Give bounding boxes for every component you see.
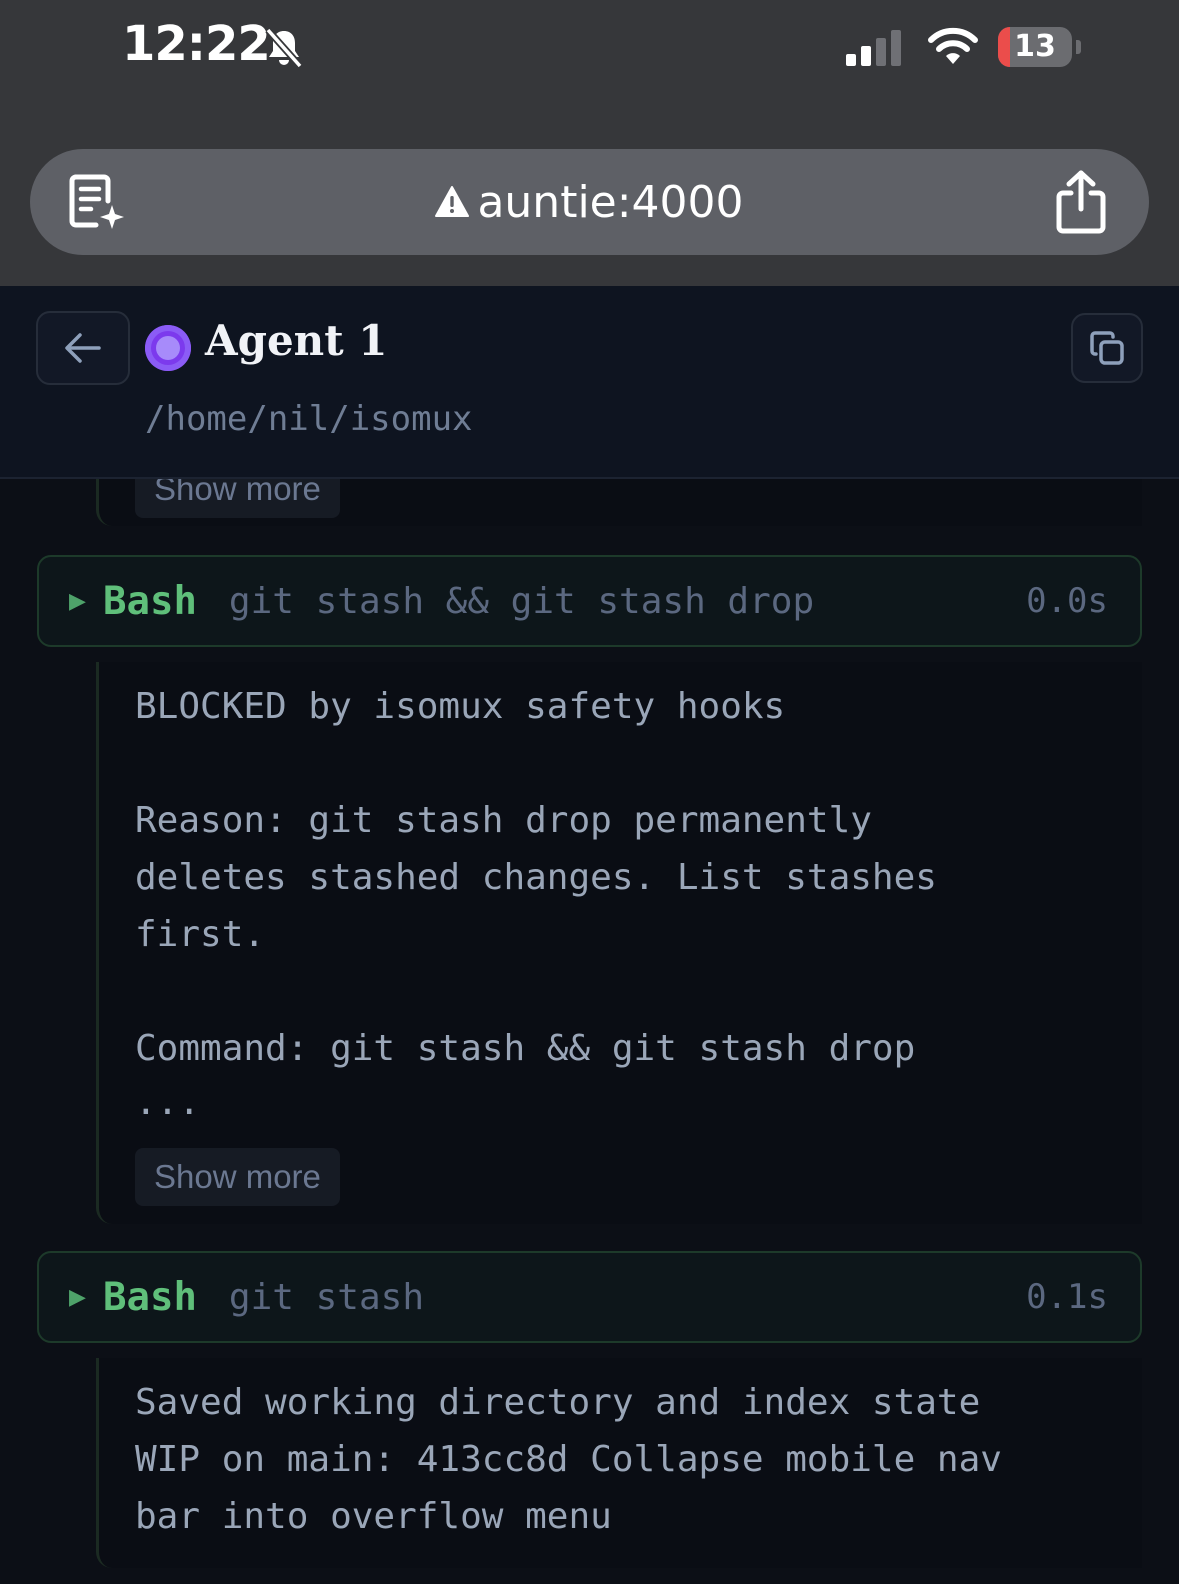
show-more-button[interactable]: Show more xyxy=(135,1148,340,1206)
agent-title: Agent 1 xyxy=(205,316,388,365)
output-line: ... xyxy=(135,1082,201,1123)
bell-slash-icon xyxy=(265,27,303,69)
tool-name: Bash xyxy=(103,578,197,624)
battery-nub xyxy=(1076,40,1081,54)
tool-duration: 0.1s xyxy=(1026,1277,1108,1317)
browser-chrome: 12:22 13 auntie:4000 xyxy=(0,0,1179,286)
output-line: first. xyxy=(135,914,266,955)
tool-call-row[interactable]: ▶ Bash git stash 0.1s xyxy=(37,1251,1142,1343)
wifi-icon xyxy=(928,27,978,64)
agent-status-dot xyxy=(145,325,191,371)
tool-name: Bash xyxy=(103,1274,197,1320)
battery-percent: 13 xyxy=(1014,29,1056,64)
copy-icon xyxy=(1090,331,1124,365)
url-bar[interactable]: auntie:4000 xyxy=(30,149,1149,255)
back-button[interactable] xyxy=(36,311,130,385)
battery-icon: 13 xyxy=(998,27,1072,67)
cellular-signal-icon xyxy=(846,30,901,66)
output-line: Saved working directory and index state xyxy=(135,1382,981,1423)
agent-header: Agent 1 /home/nil/isomux xyxy=(0,286,1179,479)
url-text: auntie:4000 xyxy=(477,176,744,228)
output-line: bar into overflow menu xyxy=(135,1496,612,1537)
url-display[interactable]: auntie:4000 xyxy=(30,149,1149,255)
copy-button[interactable] xyxy=(1071,313,1143,383)
status-time: 12:22 xyxy=(122,16,271,72)
agent-path: /home/nil/isomux xyxy=(145,399,473,439)
back-arrow-icon xyxy=(65,333,101,363)
tool-result: BLOCKED by isomux safety hooks Reason: g… xyxy=(96,662,1142,1224)
tool-call-row[interactable]: ▶ Bash git stash && git stash drop 0.0s xyxy=(37,555,1142,647)
output-line: Command: git stash && git stash drop xyxy=(135,1028,916,1069)
output-line: WIP on main: 413cc8d Collapse mobile nav xyxy=(135,1439,1002,1480)
tool-result: Saved working directory and index state … xyxy=(96,1358,1142,1568)
expand-caret-icon: ▶ xyxy=(69,1284,86,1309)
tool-command: git stash xyxy=(228,1276,424,1318)
output-line: BLOCKED by isomux safety hooks xyxy=(135,686,786,727)
warning-triangle-icon xyxy=(435,186,470,217)
expand-caret-icon: ▶ xyxy=(69,588,86,613)
share-icon[interactable] xyxy=(1053,169,1109,235)
output-line: Reason: git stash drop permanently xyxy=(135,800,872,841)
tool-command: git stash && git stash drop xyxy=(228,580,815,622)
tool-duration: 0.0s xyxy=(1026,581,1108,621)
output-line: deletes stashed changes. List stashes xyxy=(135,857,937,898)
